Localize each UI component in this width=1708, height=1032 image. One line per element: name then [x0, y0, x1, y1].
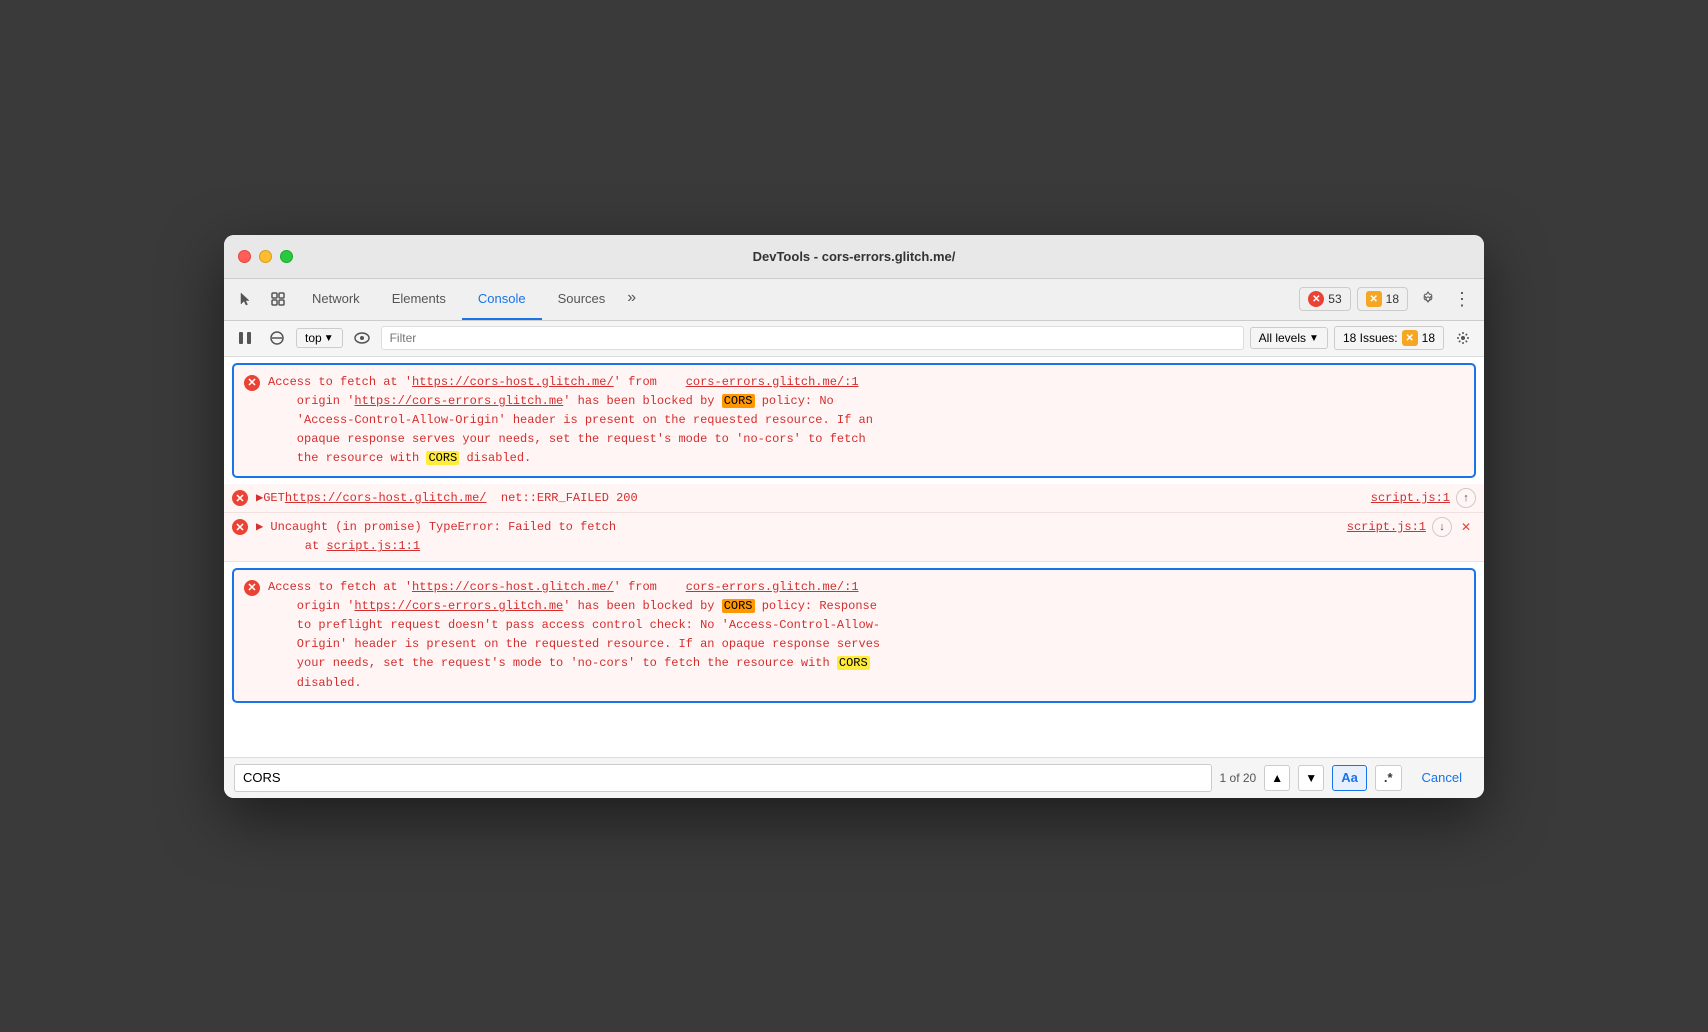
console-toolbar: top ▼ All levels ▼ 18 Issues: ✕ 18	[224, 321, 1484, 357]
source-link-1[interactable]: cors-errors.glitch.me/:1	[686, 375, 859, 389]
search-input[interactable]	[234, 764, 1212, 792]
menu-button[interactable]: ⋮	[1448, 285, 1476, 313]
cors-badge-4b: CORS	[837, 656, 870, 670]
triangle-icon: ▶	[256, 489, 263, 508]
traffic-lights	[238, 250, 293, 263]
console-entry-4: ✕ Access to fetch at 'https://cors-host.…	[232, 568, 1476, 703]
devtools-window: DevTools - cors-errors.glitch.me/ Networ…	[224, 235, 1484, 798]
issues-count: 18	[1422, 331, 1435, 345]
navigate-down-button[interactable]: ↓	[1432, 517, 1452, 537]
context-selector[interactable]: top ▼	[296, 328, 343, 348]
more-tabs-button[interactable]: »	[621, 278, 642, 320]
warn-icon: ✕	[1366, 291, 1382, 307]
stack-link[interactable]: script.js:1:1	[326, 539, 420, 553]
cors-badge-2: CORS	[426, 451, 459, 465]
maximize-button[interactable]	[280, 250, 293, 263]
tab-navigation: Network Elements Console Sources »	[296, 278, 1295, 320]
console-settings-button[interactable]	[1450, 325, 1476, 351]
cors-badge-4a: CORS	[722, 599, 755, 613]
search-next-button[interactable]: ▼	[1298, 765, 1324, 791]
source-link-4[interactable]: cors-errors.glitch.me/:1	[686, 580, 859, 594]
titlebar: DevTools - cors-errors.glitch.me/	[224, 235, 1484, 279]
console-entry-2: ✕ ▶ GET https://cors-host.glitch.me/ net…	[224, 484, 1484, 513]
clear-button[interactable]	[264, 325, 290, 351]
tab-elements[interactable]: Elements	[376, 278, 462, 320]
tab-sources[interactable]: Sources	[542, 278, 622, 320]
entry-text-3: ▶ Uncaught (in promise) TypeError: Faile…	[256, 517, 1476, 556]
console-entry-3: ✕ ▶ Uncaught (in promise) TypeError: Fai…	[224, 513, 1484, 561]
search-cancel-button[interactable]: Cancel	[1410, 765, 1474, 791]
issues-warn-icon: ✕	[1402, 330, 1418, 346]
entry-text-4: Access to fetch at 'https://cors-host.gl…	[268, 578, 1464, 693]
inspect-tool-button[interactable]	[264, 285, 292, 313]
get-link[interactable]: https://cors-host.glitch.me/	[285, 489, 487, 508]
settings-button[interactable]	[1414, 285, 1442, 313]
close-button[interactable]	[238, 250, 251, 263]
issues-label: 18 Issues:	[1343, 331, 1398, 345]
chevron-down-icon: ▼	[1309, 333, 1319, 344]
levels-dropdown[interactable]: All levels ▼	[1250, 327, 1328, 349]
cors-badge-1: CORS	[722, 394, 755, 408]
error-count-button[interactable]: ✕ 53	[1299, 287, 1350, 311]
search-count: 1 of 20	[1220, 771, 1257, 785]
search-prev-button[interactable]: ▲	[1264, 765, 1290, 791]
entry-text-1: Access to fetch at 'https://cors-host.gl…	[268, 373, 1464, 469]
console-content: ✕ Access to fetch at 'https://cors-host.…	[224, 357, 1484, 757]
warn-count-button[interactable]: ✕ 18	[1357, 287, 1408, 311]
error-icon-2: ✕	[232, 490, 248, 506]
issues-button[interactable]: 18 Issues: ✕ 18	[1334, 326, 1444, 350]
context-label: top	[305, 331, 322, 345]
eye-button[interactable]	[349, 325, 375, 351]
origin-link-1[interactable]: https://cors-errors.glitch.me	[354, 394, 563, 408]
tab-network[interactable]: Network	[296, 278, 376, 320]
error-icon-4: ✕	[244, 580, 260, 596]
minimize-button[interactable]	[259, 250, 272, 263]
console-entry-1: ✕ Access to fetch at 'https://cors-host.…	[232, 363, 1476, 479]
play-button[interactable]	[232, 325, 258, 351]
script-source-2[interactable]: script.js:1	[1371, 489, 1450, 508]
cors-host-link-1[interactable]: https://cors-host.glitch.me/	[412, 375, 614, 389]
filter-input[interactable]	[381, 326, 1244, 350]
error-icon-1: ✕	[244, 375, 260, 391]
levels-label: All levels	[1259, 331, 1306, 345]
script-source-3[interactable]: script.js:1	[1347, 518, 1426, 537]
cursor-tool-button[interactable]	[232, 285, 260, 313]
toolbar-right: ✕ 53 ✕ 18 ⋮	[1299, 285, 1476, 313]
case-sensitive-button[interactable]: Aa	[1332, 765, 1367, 791]
origin-link-4[interactable]: https://cors-errors.glitch.me	[354, 599, 563, 613]
regex-button[interactable]: .*	[1375, 765, 1402, 791]
error-count: 53	[1328, 292, 1341, 306]
chevron-down-icon: ▼	[324, 333, 334, 344]
tab-console[interactable]: Console	[462, 278, 542, 320]
entry-text-2: ▶ GET https://cors-host.glitch.me/ net::…	[256, 488, 1476, 508]
search-bar: 1 of 20 ▲ ▼ Aa .* Cancel	[224, 757, 1484, 798]
main-toolbar: Network Elements Console Sources » ✕ 53 …	[224, 279, 1484, 321]
close-entry-button[interactable]: ✕	[1456, 517, 1476, 537]
error-icon-3: ✕	[232, 519, 248, 535]
cors-host-link-4[interactable]: https://cors-host.glitch.me/	[412, 580, 614, 594]
window-title: DevTools - cors-errors.glitch.me/	[753, 249, 956, 264]
warn-count: 18	[1386, 292, 1399, 306]
navigate-up-button[interactable]: ↑	[1456, 488, 1476, 508]
error-icon: ✕	[1308, 291, 1324, 307]
